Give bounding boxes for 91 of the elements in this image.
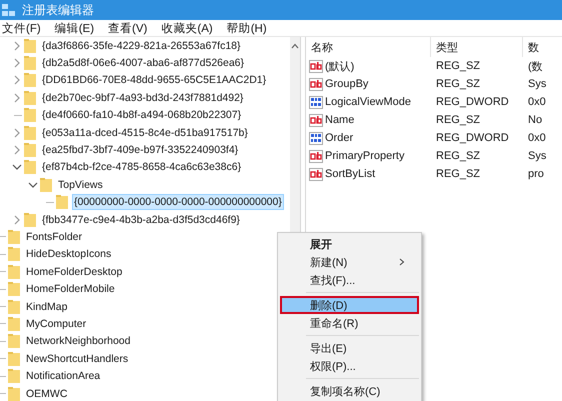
folder-icon <box>8 300 20 314</box>
value-name: Order <box>325 132 354 144</box>
menu-item[interactable]: 文件(F) <box>2 20 41 36</box>
tree-item[interactable]: NewShortcutHandlers <box>24 350 130 367</box>
tree-item[interactable]: TopViews <box>56 176 105 193</box>
tree-item[interactable]: KindMap <box>24 298 70 315</box>
value-type: REG_DWORD <box>435 96 510 108</box>
tree-item[interactable]: NetworkNeighborhood <box>24 333 132 350</box>
tree-item[interactable]: OEMWC <box>24 386 70 401</box>
folder-icon <box>24 160 36 174</box>
menu-item[interactable]: 导出(E) <box>280 339 419 357</box>
folder-icon <box>24 90 36 105</box>
menu-item[interactable]: 权限(P)... <box>280 357 419 375</box>
value-name: Name <box>325 114 354 126</box>
value-type: REG_SZ <box>435 114 482 126</box>
value-type: REG_SZ <box>435 150 482 162</box>
chevron-down-icon[interactable] <box>10 162 24 172</box>
value-data: pro <box>527 168 545 180</box>
window-title: 注册表编辑器 <box>22 2 94 18</box>
folder-icon <box>24 38 36 53</box>
folder-icon <box>24 126 36 140</box>
tree-item[interactable]: {da3f6866-35fe-4229-821a-26553a67fc18} <box>40 38 243 54</box>
tree-item[interactable]: HideDesktopIcons <box>24 246 114 262</box>
tree-item[interactable]: {ea25fbd7-3bf7-409e-b97f-3352240903f4} <box>40 142 240 158</box>
folder-icon <box>8 386 20 400</box>
folder-icon <box>8 264 20 279</box>
folder-icon <box>8 369 20 384</box>
folder-icon <box>24 73 36 88</box>
menu-item[interactable]: 新建(N) <box>280 253 419 271</box>
tree-item[interactable]: HomeFolderMobile <box>24 281 117 298</box>
menu-item[interactable]: 删除(D) <box>280 296 419 314</box>
tree-item[interactable]: {00000000-0000-0000-0000-000000000000} <box>72 194 284 210</box>
tree-item[interactable]: {de4f0660-fa10-4b8f-a494-068b20b22307} <box>40 107 244 124</box>
folder-icon <box>8 334 20 348</box>
chevron-down-icon[interactable] <box>26 180 40 190</box>
tree-item[interactable]: {e053a11a-dced-4515-8c4e-d51ba917517b} <box>40 124 250 141</box>
tree-item[interactable]: MyComputer <box>24 316 88 332</box>
tree-item[interactable]: {ef87b4cb-f2ce-4785-8658-4ca6c63e38c6} <box>40 159 244 176</box>
tree-item[interactable]: NotificationArea <box>24 368 102 384</box>
binary-value-icon <box>309 96 323 108</box>
folder-icon <box>24 212 36 227</box>
folder-icon <box>24 143 36 158</box>
column-header[interactable]: 类型 <box>431 37 523 57</box>
menu-item[interactable]: 展开 <box>280 235 419 253</box>
tree-item[interactable]: {de2b70ec-9bf7-4a93-bd3d-243f7881d492} <box>40 90 246 106</box>
tree-item[interactable]: {db2a5d8f-06e6-4007-aba6-af877d526ea6} <box>40 55 246 72</box>
menu-item[interactable]: 复制项名称(C) <box>280 382 419 400</box>
value-name: SortByList <box>325 168 376 180</box>
menu-item[interactable]: 帮助(H) <box>226 20 267 36</box>
menu-item[interactable]: 收藏夹(A) <box>161 20 213 36</box>
value-name: LogicalViewMode <box>325 96 412 108</box>
value-name: (默认) <box>325 60 354 74</box>
registry-cubes-icon <box>2 3 16 17</box>
value-name: GroupBy <box>325 78 368 90</box>
folder-icon <box>8 247 20 262</box>
value-data: 0x0 <box>527 132 547 144</box>
value-type: REG_DWORD <box>435 132 510 144</box>
value-data: 0x0 <box>527 96 547 108</box>
folder-icon <box>24 56 36 70</box>
folder-icon <box>8 352 20 366</box>
menu-item[interactable]: 查看(V) <box>108 20 148 36</box>
string-value-icon <box>309 168 323 180</box>
tree-item[interactable]: {DD61BD66-70E8-48dd-9655-65C5E1AAC2D1} <box>40 72 268 88</box>
menu-item[interactable]: 编辑(E) <box>54 20 94 36</box>
value-data: Sys <box>527 150 548 162</box>
value-data: No <box>527 114 544 126</box>
value-data: (数 <box>527 60 544 74</box>
folder-icon <box>56 195 68 210</box>
string-value-icon <box>309 150 323 162</box>
tree-item[interactable]: HomeFolderDesktop <box>24 264 124 280</box>
string-value-icon <box>309 114 323 126</box>
value-type: REG_SZ <box>435 78 482 90</box>
menu-item[interactable]: 重命名(R) <box>280 314 419 332</box>
scroll-up-icon[interactable] <box>291 43 299 49</box>
value-data: Sys <box>527 78 548 90</box>
column-header[interactable]: 数 <box>523 37 553 57</box>
string-value-icon <box>309 78 323 90</box>
tree-item[interactable]: {fbb3477e-c9e4-4b3b-a2ba-d3f5d3cd46f9} <box>40 212 242 228</box>
value-type: REG_SZ <box>435 168 482 180</box>
folder-icon <box>8 230 20 244</box>
column-header[interactable]: 名称 <box>306 37 431 57</box>
tree-item[interactable]: FontsFolder <box>24 228 84 245</box>
folder-icon <box>24 108 36 122</box>
folder-icon <box>8 316 20 331</box>
value-name: PrimaryProperty <box>325 150 404 162</box>
folder-icon <box>40 178 52 192</box>
string-value-icon <box>309 60 323 72</box>
folder-icon <box>8 282 20 296</box>
value-type: REG_SZ <box>435 60 482 72</box>
binary-value-icon <box>309 132 323 144</box>
menu-item[interactable]: 查找(F)... <box>280 271 419 289</box>
